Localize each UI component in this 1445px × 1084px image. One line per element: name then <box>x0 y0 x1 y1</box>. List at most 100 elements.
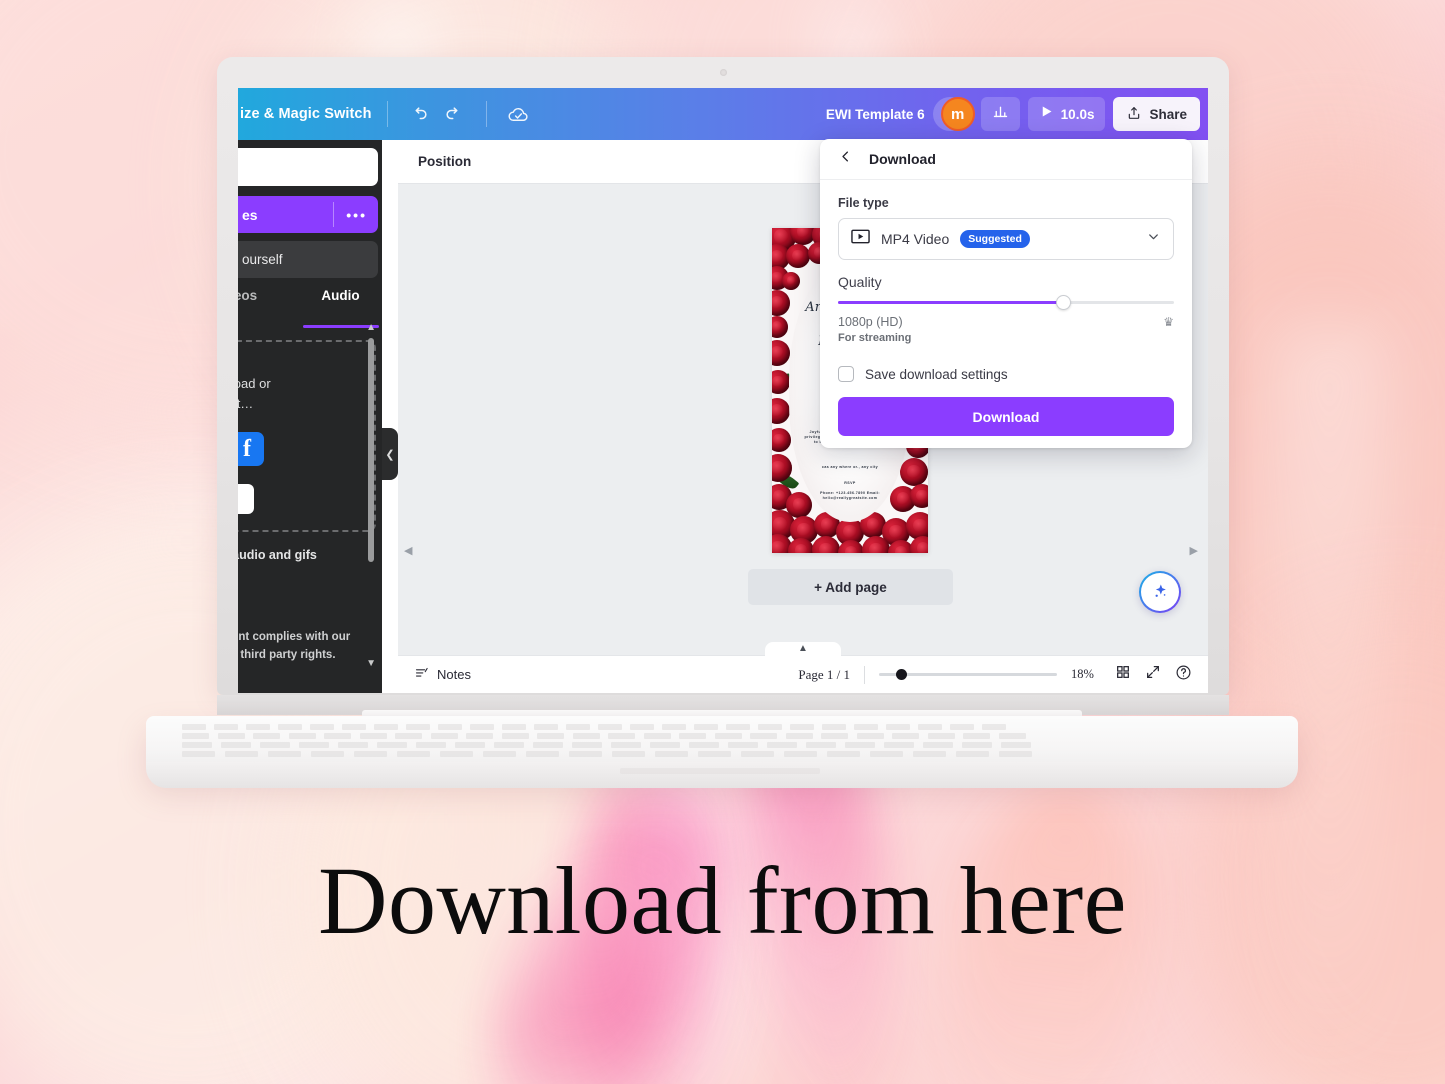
status-bar: ▲ Notes Page 1 / 1 18% <box>398 642 1208 693</box>
file-type-select[interactable]: MP4 Video Suggested <box>838 218 1174 260</box>
laptop-base-lip <box>146 762 1298 788</box>
facebook-icon[interactable]: f <box>238 432 264 466</box>
keyboard-key <box>827 751 860 757</box>
button-divider <box>333 202 334 227</box>
magic-switch-label[interactable]: ize & Magic Switch <box>238 106 372 122</box>
grid-view-icon[interactable] <box>1115 664 1131 685</box>
file-type-label: File type <box>838 196 889 210</box>
share-button[interactable]: Share <box>1113 97 1200 131</box>
left-side-panel: es ••• ourself eos Audio to upload or cc… <box>238 140 382 693</box>
keyboard-key <box>572 742 602 748</box>
expand-icon[interactable] <box>1145 664 1161 685</box>
upload-files-button[interactable] <box>238 484 254 514</box>
analytics-icon <box>992 103 1009 125</box>
keyboard-key <box>501 733 529 739</box>
document-title[interactable]: EWI Template 6 <box>826 107 925 122</box>
keyboard-key <box>913 751 946 757</box>
add-page-button[interactable]: + Add page <box>748 569 953 605</box>
scroll-down-icon[interactable]: ▼ <box>366 658 376 669</box>
keyboard-key <box>679 733 706 739</box>
more-options-icon[interactable]: ••• <box>346 207 367 223</box>
keyboard-key <box>569 751 602 757</box>
analytics-button[interactable] <box>980 97 1020 131</box>
zoom-slider[interactable] <box>879 669 1057 680</box>
scroll-up-icon[interactable]: ▲ <box>366 322 376 333</box>
quality-slider[interactable] <box>838 295 1174 310</box>
keyboard-key <box>246 724 270 730</box>
keyboard-key <box>214 724 238 730</box>
keyboard-key <box>822 724 846 730</box>
keyboard-key <box>845 742 875 748</box>
preview-play-button[interactable]: 10.0s <box>1027 97 1106 131</box>
keyboard-key <box>999 751 1032 757</box>
keyboard-key <box>1001 742 1031 748</box>
keyboard-key <box>430 733 458 739</box>
collapse-panel-handle[interactable]: ❮ <box>382 428 398 480</box>
keyboard-key <box>377 742 407 748</box>
invite-venue: cas any where or., any city <box>821 465 879 469</box>
keyboard-key <box>630 724 654 730</box>
app-toolbar: ize & Magic Switch EWI Template 6 + m <box>238 88 1208 140</box>
keyboard-key <box>182 751 215 757</box>
keyboard-key <box>225 751 258 757</box>
keyboard-key <box>750 733 777 739</box>
undo-icon[interactable] <box>403 97 437 131</box>
laptop-mockup: ize & Magic Switch EWI Template 6 + m <box>0 0 1445 800</box>
canvas-scroll-right-icon[interactable]: ▶ <box>1190 544 1198 557</box>
position-button[interactable]: Position <box>418 154 471 169</box>
keyboard-key <box>714 733 742 739</box>
upload-dropzone[interactable]: to upload or ccount… f <box>238 340 376 532</box>
help-icon[interactable] <box>1175 664 1192 686</box>
laptop-trackpad <box>620 768 820 774</box>
keyboard-key <box>650 742 680 748</box>
keyboard-key <box>395 733 422 739</box>
invite-rsvp-contact: Phone: +123.456.7890 Email: hello@really… <box>820 491 880 501</box>
keyboard-key <box>502 724 526 730</box>
panel-scrollbar[interactable] <box>368 338 374 562</box>
keyboard-key <box>854 724 878 730</box>
laptop-screen: ize & Magic Switch EWI Template 6 + m <box>238 88 1208 693</box>
keyboard-key <box>260 742 290 748</box>
download-button[interactable]: Download <box>838 397 1174 436</box>
save-settings-row[interactable]: Save download settings <box>838 366 1174 382</box>
legal-helper-text: our content complies with our ringe any … <box>238 631 351 661</box>
avatar[interactable]: m <box>940 97 975 131</box>
notes-button[interactable]: Notes <box>414 666 471 684</box>
save-settings-checkbox[interactable] <box>838 366 854 382</box>
page-panel-toggle[interactable]: ▲ <box>765 642 841 658</box>
notes-label: Notes <box>437 667 471 682</box>
quality-label: Quality <box>838 274 882 290</box>
keyboard-key <box>416 742 446 748</box>
toolbar-right-group: EWI Template 6 + m 10.0s <box>826 97 1208 131</box>
supported-formats-text: deos, audio and gifs <box>238 548 317 562</box>
quality-slider-knob[interactable] <box>1056 295 1072 310</box>
generate-button[interactable]: es ••• <box>238 196 378 233</box>
keyboard-key <box>342 724 366 730</box>
tab-audio[interactable]: Audio <box>293 288 382 328</box>
keyboard-key <box>533 742 563 748</box>
file-type-value: MP4 Video <box>881 231 950 247</box>
cloud-saved-icon[interactable] <box>502 97 536 131</box>
keyboard-key <box>767 742 797 748</box>
keyboard-key <box>608 733 635 739</box>
redo-icon[interactable] <box>437 97 471 131</box>
keyboard-key <box>406 724 430 730</box>
magic-sparkle-icon[interactable] <box>1139 571 1181 613</box>
upload-yourself-button[interactable]: ourself <box>238 241 378 278</box>
chevron-down-icon[interactable] <box>1146 229 1161 249</box>
canvas-scroll-left-icon[interactable]: ◀ <box>404 544 412 557</box>
zoom-slider-knob[interactable] <box>896 669 907 680</box>
keyboard-key <box>963 733 990 739</box>
notes-icon <box>414 666 429 684</box>
tab-videos[interactable]: eos <box>238 288 293 318</box>
back-chevron-icon[interactable] <box>838 149 853 169</box>
keyboard-key <box>278 724 302 730</box>
keyboard-key <box>784 751 817 757</box>
keyboard-key <box>655 751 688 757</box>
search-input[interactable] <box>238 148 378 186</box>
keyboard-key <box>455 742 485 748</box>
keyboard-key <box>956 751 989 757</box>
download-panel-title: Download <box>869 151 936 167</box>
keyboard-key <box>662 724 686 730</box>
keyboard-key <box>268 751 301 757</box>
